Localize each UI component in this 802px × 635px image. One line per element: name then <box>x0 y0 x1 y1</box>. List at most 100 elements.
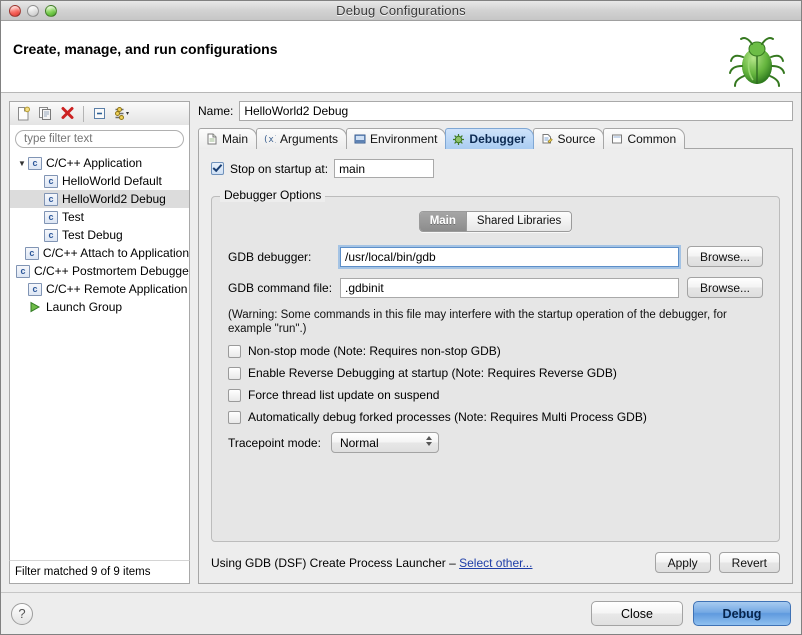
stop-on-startup-label: Stop on startup at: <box>230 161 329 176</box>
name-row: Name: <box>198 101 793 121</box>
tab-main[interactable]: Main <box>198 128 258 149</box>
header-banner: Create, manage, and run configurations <box>1 21 801 93</box>
tab-arguments[interactable]: (x)= Arguments <box>256 128 348 149</box>
stop-on-startup-checkbox[interactable] <box>211 162 224 175</box>
option-checkbox[interactable] <box>228 410 241 424</box>
launch-group-icon <box>28 301 42 314</box>
command-file-warning: (Warning: Some commands in this file may… <box>228 309 727 335</box>
option-checkbox[interactable] <box>228 344 241 358</box>
option-row: Force thread list update on suspend <box>228 388 763 402</box>
environment-icon <box>353 133 366 146</box>
apply-button[interactable]: Apply <box>654 552 711 573</box>
tree-item-label: C/C++ Application <box>46 156 143 170</box>
tree-item-label: C/C++ Attach to Application <box>42 246 189 260</box>
configurations-tree[interactable]: ▼ c C/C++ Application c HelloWorld Default c H… <box>9 152 190 560</box>
gdb-debugger-label: GDB debugger: <box>228 249 312 264</box>
debug-button[interactable]: Debug <box>693 601 791 626</box>
tab-debugger[interactable]: Debugger <box>445 128 535 149</box>
tree-item[interactable]: c C/C++ Postmortem Debugger <box>10 262 189 280</box>
gdb-debugger-row: GDB debugger: Browse... <box>228 246 763 267</box>
option-label: Force thread list update on suspend <box>248 388 440 402</box>
gdb-command-file-browse-button[interactable]: Browse... <box>686 277 763 298</box>
option-row: Non-stop mode (Note: Requires non-stop G… <box>228 344 763 358</box>
name-input[interactable] <box>239 101 793 121</box>
tab-label: Debugger <box>469 132 526 146</box>
option-row: Automatically debug forked processes (No… <box>228 410 763 424</box>
option-checkbox[interactable] <box>228 388 241 402</box>
search-input[interactable] <box>15 130 184 148</box>
tree-item[interactable]: c Test <box>10 208 189 226</box>
tracepoint-mode-select[interactable]: Normal <box>330 432 439 453</box>
tab-common[interactable]: Common <box>603 128 686 149</box>
document-icon <box>205 133 218 146</box>
delete-configuration-icon[interactable] <box>58 104 77 123</box>
tree-item-label: Test Debug <box>62 228 123 242</box>
tab-source[interactable]: Source <box>533 128 605 149</box>
tree-item[interactable]: c C/C++ Attach to Application <box>10 244 189 262</box>
dialog-footer: ? Close Debug <box>1 592 801 634</box>
tab-label: Environment <box>370 132 438 146</box>
inner-tab-shared-libraries[interactable]: Shared Libraries <box>466 212 572 231</box>
tab-label: Common <box>627 132 677 146</box>
option-checkbox[interactable] <box>228 366 241 380</box>
debugger-icon <box>452 133 465 146</box>
tracepoint-mode-label: Tracepoint mode: <box>228 435 321 450</box>
tree-toolbar <box>9 101 190 125</box>
c-file-icon: c <box>44 210 58 224</box>
debugger-options-title: Debugger Options <box>220 188 326 202</box>
configuration-editor-pane: Name: Main (x)= Arguments Environment Debugg… <box>198 101 793 584</box>
configuration-tabs: Main (x)= Arguments Environment Debugger Sour… <box>198 127 793 149</box>
debug-configurations-window: Debug Configurations Create, manage, and… <box>0 0 802 635</box>
launcher-label: Using GDB (DSF) Create Process Launcher … <box>211 555 460 570</box>
new-configuration-icon[interactable] <box>14 104 33 123</box>
inner-tabs: Main Shared Libraries <box>418 211 573 232</box>
gdb-debugger-browse-button[interactable]: Browse... <box>686 246 763 267</box>
tree-item[interactable]: ▼ c C/C++ Application <box>10 154 189 172</box>
tab-label: Source <box>557 132 596 146</box>
help-button[interactable]: ? <box>11 602 33 625</box>
close-dialog-button[interactable]: Close <box>591 601 683 626</box>
stepper-arrows-icon <box>425 436 432 446</box>
dialog-body: ▼cC/C++ ApplicationcHelloWorld DefaultcH… <box>1 93 801 592</box>
window-title: Debug Configurations <box>336 3 466 18</box>
gdb-command-file-row: GDB command file: Browse... <box>228 277 763 298</box>
tree-item-label: HelloWorld Default <box>62 174 162 188</box>
c-file-icon: c <box>44 228 58 242</box>
c-file-icon: c <box>28 156 42 170</box>
inner-tabs-container: Main Shared Libraries <box>228 211 763 232</box>
gdb-command-file-input[interactable] <box>340 277 679 298</box>
filter-status-label: Filter matched 9 of 9 items <box>9 560 190 584</box>
c-file-icon: c <box>44 192 58 206</box>
option-label: Automatically debug forked processes (No… <box>248 410 647 424</box>
source-icon <box>540 133 553 146</box>
launcher-row: Using GDB (DSF) Create Process Launcher … <box>211 552 780 573</box>
filter-menu-icon[interactable] <box>112 104 131 123</box>
debugger-tab-panel: Stop on startup at: Debugger Options Mai… <box>198 148 793 584</box>
collapse-all-icon[interactable] <box>90 104 109 123</box>
svg-text:(x)=: (x)= <box>263 135 276 145</box>
inner-tab-main[interactable]: Main <box>419 212 467 231</box>
tab-label: Main <box>222 132 249 146</box>
expand-twisty-icon[interactable]: ▼ <box>16 159 28 168</box>
tree-item-label: HelloWorld2 Debug <box>62 192 166 206</box>
tree-item[interactable]: c HelloWorld Default <box>10 172 189 190</box>
select-other-link[interactable]: Select other... <box>459 556 532 570</box>
arguments-icon: (x)= <box>263 133 276 146</box>
tab-label: Arguments <box>280 132 339 146</box>
title-bar: Debug Configurations <box>1 1 801 21</box>
tree-item[interactable]: Launch Group <box>10 298 189 316</box>
tab-environment[interactable]: Environment <box>346 128 447 149</box>
revert-button[interactable]: Revert <box>718 552 780 573</box>
tracepoint-mode-value: Normal <box>339 435 379 450</box>
bug-icon <box>729 37 785 87</box>
gdb-debugger-input[interactable] <box>340 246 679 267</box>
filter-container <box>9 125 190 152</box>
stop-on-startup-input[interactable] <box>334 159 435 178</box>
tree-item[interactable]: c HelloWorld2 Debug <box>10 190 189 208</box>
c-file-icon: c <box>24 246 39 260</box>
toolbar-separator <box>83 105 84 122</box>
tree-item[interactable]: c C/C++ Remote Application <box>10 280 189 298</box>
c-file-icon: c <box>16 264 30 278</box>
tree-item[interactable]: c Test Debug <box>10 226 189 244</box>
duplicate-configuration-icon[interactable] <box>36 104 55 123</box>
